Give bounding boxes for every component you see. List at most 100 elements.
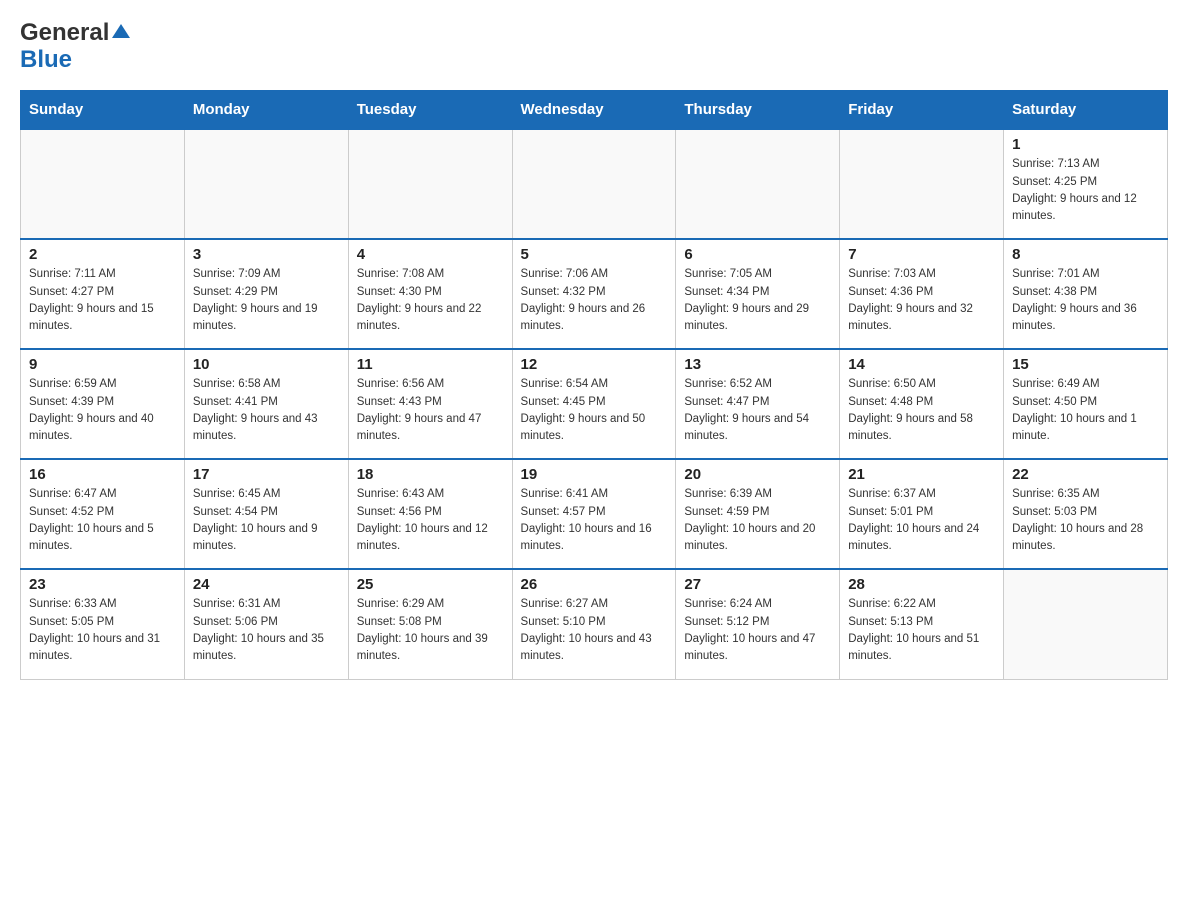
day-number: 5 (521, 246, 668, 263)
day-number: 27 (684, 576, 831, 593)
day-info: Sunrise: 7:05 AMSunset: 4:34 PMDaylight:… (684, 266, 831, 335)
day-info: Sunrise: 7:09 AMSunset: 4:29 PMDaylight:… (193, 266, 340, 335)
calendar-week-2: 2 Sunrise: 7:11 AMSunset: 4:27 PMDaylight… (21, 239, 1168, 349)
day-number: 21 (848, 466, 995, 483)
calendar-cell: 10Sunrise: 6:58 AMSunset: 4:41 PMDayligh… (184, 349, 348, 459)
col-thursday: Thursday (676, 91, 840, 130)
day-number: 19 (521, 466, 668, 483)
day-number: 17 (193, 466, 340, 483)
calendar-cell: 1 Sunrise: 7:13 AMSunset: 4:25 PMDaylight… (1004, 129, 1168, 239)
calendar-cell: 13 Sunrise: 6:52 AMSunset: 4:47 PMDayligh… (676, 349, 840, 459)
day-info: Sunrise: 6:49 AMSunset: 4:50 PMDaylight:… (1012, 376, 1159, 445)
calendar-cell (184, 129, 348, 239)
calendar-cell: 18 Sunrise: 6:43 AMSunset: 4:56 PMDayligh… (348, 459, 512, 569)
day-info: Sunrise: 6:59 AMSunset: 4:39 PMDaylight:… (29, 376, 176, 445)
calendar-cell: 21 Sunrise: 6:37 AMSunset: 5:01 PMDayligh… (840, 459, 1004, 569)
calendar-cell: 4 Sunrise: 7:08 AMSunset: 4:30 PMDaylight… (348, 239, 512, 349)
day-number: 28 (848, 576, 995, 593)
day-number: 11 (357, 356, 504, 373)
day-info: Sunrise: 6:37 AMSunset: 5:01 PMDaylight:… (848, 486, 995, 555)
calendar-week-1: 1 Sunrise: 7:13 AMSunset: 4:25 PMDaylight… (21, 129, 1168, 239)
calendar-cell: 12 Sunrise: 6:54 AMSunset: 4:45 PMDayligh… (512, 349, 676, 459)
day-info: Sunrise: 6:50 AMSunset: 4:48 PMDaylight:… (848, 376, 995, 445)
calendar-cell: 15 Sunrise: 6:49 AMSunset: 4:50 PMDayligh… (1004, 349, 1168, 459)
col-saturday: Saturday (1004, 91, 1168, 130)
calendar-week-5: 23 Sunrise: 6:33 AMSunset: 5:05 PMDayligh… (21, 569, 1168, 679)
day-number: 13 (684, 356, 831, 373)
day-info: Sunrise: 6:47 AMSunset: 4:52 PMDaylight:… (29, 486, 176, 555)
logo-arrow-icon (112, 24, 130, 38)
day-number: 7 (848, 246, 995, 263)
day-number: 24 (193, 576, 340, 593)
calendar-cell: 8Sunrise: 7:01 AMSunset: 4:38 PMDaylight… (1004, 239, 1168, 349)
day-info: Sunrise: 6:43 AMSunset: 4:56 PMDaylight:… (357, 486, 504, 555)
day-info: Sunrise: 6:24 AMSunset: 5:12 PMDaylight:… (684, 596, 831, 665)
calendar-cell: 27 Sunrise: 6:24 AMSunset: 5:12 PMDayligh… (676, 569, 840, 679)
day-number: 22 (1012, 466, 1159, 483)
calendar-cell: 6 Sunrise: 7:05 AMSunset: 4:34 PMDaylight… (676, 239, 840, 349)
logo: General Blue (20, 20, 130, 74)
day-info: Sunrise: 7:03 AMSunset: 4:36 PMDaylight:… (848, 266, 995, 335)
day-info: Sunrise: 6:39 AMSunset: 4:59 PMDaylight:… (684, 486, 831, 555)
calendar-cell: 19Sunrise: 6:41 AMSunset: 4:57 PMDayligh… (512, 459, 676, 569)
calendar-cell: 14 Sunrise: 6:50 AMSunset: 4:48 PMDayligh… (840, 349, 1004, 459)
day-info: Sunrise: 6:29 AMSunset: 5:08 PMDaylight:… (357, 596, 504, 665)
calendar-cell: 11 Sunrise: 6:56 AMSunset: 4:43 PMDayligh… (348, 349, 512, 459)
calendar-cell: 24 Sunrise: 6:31 AMSunset: 5:06 PMDayligh… (184, 569, 348, 679)
logo-blue-text: Blue (20, 46, 72, 74)
col-wednesday: Wednesday (512, 91, 676, 130)
calendar-cell: 26Sunrise: 6:27 AMSunset: 5:10 PMDayligh… (512, 569, 676, 679)
day-info: Sunrise: 6:56 AMSunset: 4:43 PMDaylight:… (357, 376, 504, 445)
day-number: 18 (357, 466, 504, 483)
day-number: 15 (1012, 356, 1159, 373)
calendar-cell: 28 Sunrise: 6:22 AMSunset: 5:13 PMDayligh… (840, 569, 1004, 679)
day-info: Sunrise: 6:58 AMSunset: 4:41 PMDaylight:… (193, 376, 340, 445)
logo-general-text: General (20, 20, 109, 46)
calendar-cell: 9 Sunrise: 6:59 AMSunset: 4:39 PMDaylight… (21, 349, 185, 459)
day-number: 3 (193, 246, 340, 263)
day-number: 23 (29, 576, 176, 593)
day-info: Sunrise: 7:11 AMSunset: 4:27 PMDaylight:… (29, 266, 176, 335)
day-info: Sunrise: 7:13 AMSunset: 4:25 PMDaylight:… (1012, 156, 1159, 225)
day-number: 2 (29, 246, 176, 263)
calendar-cell: 16Sunrise: 6:47 AMSunset: 4:52 PMDayligh… (21, 459, 185, 569)
col-sunday: Sunday (21, 91, 185, 130)
day-info: Sunrise: 7:06 AMSunset: 4:32 PMDaylight:… (521, 266, 668, 335)
calendar-cell: 3 Sunrise: 7:09 AMSunset: 4:29 PMDaylight… (184, 239, 348, 349)
col-tuesday: Tuesday (348, 91, 512, 130)
page-header: General Blue (20, 20, 1168, 74)
calendar-cell: 17Sunrise: 6:45 AMSunset: 4:54 PMDayligh… (184, 459, 348, 569)
day-number: 20 (684, 466, 831, 483)
calendar-cell (1004, 569, 1168, 679)
day-info: Sunrise: 6:52 AMSunset: 4:47 PMDaylight:… (684, 376, 831, 445)
day-number: 4 (357, 246, 504, 263)
calendar-header-row: Sunday Monday Tuesday Wednesday Thursday… (21, 91, 1168, 130)
day-info: Sunrise: 6:35 AMSunset: 5:03 PMDaylight:… (1012, 486, 1159, 555)
calendar-table: Sunday Monday Tuesday Wednesday Thursday… (20, 90, 1168, 680)
calendar-cell: 7 Sunrise: 7:03 AMSunset: 4:36 PMDaylight… (840, 239, 1004, 349)
col-friday: Friday (840, 91, 1004, 130)
day-number: 14 (848, 356, 995, 373)
calendar-cell (348, 129, 512, 239)
day-number: 6 (684, 246, 831, 263)
col-monday: Monday (184, 91, 348, 130)
day-info: Sunrise: 7:08 AMSunset: 4:30 PMDaylight:… (357, 266, 504, 335)
calendar-cell (21, 129, 185, 239)
day-info: Sunrise: 6:54 AMSunset: 4:45 PMDaylight:… (521, 376, 668, 445)
day-info: Sunrise: 6:27 AMSunset: 5:10 PMDaylight:… (521, 596, 668, 665)
calendar-cell: 20 Sunrise: 6:39 AMSunset: 4:59 PMDayligh… (676, 459, 840, 569)
calendar-cell (512, 129, 676, 239)
day-number: 9 (29, 356, 176, 373)
calendar-week-4: 16Sunrise: 6:47 AMSunset: 4:52 PMDayligh… (21, 459, 1168, 569)
day-info: Sunrise: 6:22 AMSunset: 5:13 PMDaylight:… (848, 596, 995, 665)
day-number: 1 (1012, 136, 1159, 153)
calendar-week-3: 9 Sunrise: 6:59 AMSunset: 4:39 PMDaylight… (21, 349, 1168, 459)
calendar-cell (676, 129, 840, 239)
calendar-cell: 25Sunrise: 6:29 AMSunset: 5:08 PMDayligh… (348, 569, 512, 679)
day-info: Sunrise: 6:31 AMSunset: 5:06 PMDaylight:… (193, 596, 340, 665)
day-number: 12 (521, 356, 668, 373)
day-info: Sunrise: 6:33 AMSunset: 5:05 PMDaylight:… (29, 596, 176, 665)
day-number: 8 (1012, 246, 1159, 263)
calendar-cell: 22 Sunrise: 6:35 AMSunset: 5:03 PMDayligh… (1004, 459, 1168, 569)
calendar-cell: 2 Sunrise: 7:11 AMSunset: 4:27 PMDaylight… (21, 239, 185, 349)
